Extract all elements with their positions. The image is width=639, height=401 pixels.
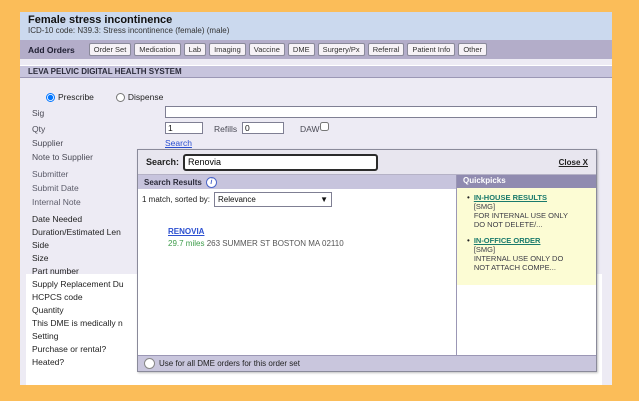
quickpick-link-in-house[interactable]: IN-HOUSE RESULTS [474, 193, 568, 202]
tab-dme[interactable]: DME [287, 43, 315, 56]
use-for-all-checkbox[interactable] [144, 358, 155, 369]
dispense-radio[interactable] [115, 92, 125, 102]
search-results-panel: Search Results i 1 match, sorted by: Rel… [138, 175, 457, 355]
qty-label: Qty [32, 124, 46, 134]
refills-input[interactable] [242, 122, 284, 134]
use-for-all-label: Use for all DME orders for this order se… [159, 359, 300, 368]
prescribe-dispense-group: Prescribe Dispense [46, 92, 163, 102]
tab-other[interactable]: Other [458, 43, 488, 56]
prescribe-label: Prescribe [58, 92, 94, 102]
hcpcs-code-label: HCPCS code [32, 292, 83, 302]
order-tab-bar: Add Orders Order Set Medication Lab Imag… [20, 40, 612, 59]
result-supplier-link[interactable]: RENOVIA [168, 227, 204, 236]
sig-input[interactable] [165, 106, 597, 118]
submitter-label: Submitter [32, 169, 69, 179]
quickpick-item: • IN-OFFICE ORDER [SMG] INTERNAL USE ONL… [465, 236, 592, 272]
note-to-supplier-label: Note to Supplier [32, 152, 93, 162]
icd10-subtitle: ICD-10 code: N39.3: Stress incontinence … [28, 26, 230, 35]
date-needed-label: Date Needed [32, 214, 83, 224]
size-label: Size [32, 253, 49, 263]
quickpick-org: [SMG] [473, 202, 496, 211]
quickpick-note-line: INTERNAL USE ONLY DO [473, 254, 564, 263]
page-title: Female stress incontinence [28, 14, 173, 26]
quickpick-content: IN-HOUSE RESULTS [SMG] FOR INTERNAL USE … [474, 193, 568, 229]
daw-checkbox[interactable] [320, 122, 329, 131]
problem-header: Female stress incontinence ICD-10 code: … [20, 12, 612, 40]
side-label: Side [32, 240, 50, 250]
dispense-option: Dispense [115, 92, 164, 102]
supply-replacement-label: Supply Replacement Du [32, 279, 124, 289]
tab-order-set[interactable]: Order Set [88, 43, 132, 56]
tab-referral[interactable]: Referral [367, 43, 405, 56]
dispense-label: Dispense [127, 92, 164, 102]
add-orders-label: Add Orders [28, 44, 75, 55]
section-header: LEVA PELVIC DIGITAL HEALTH SYSTEM [20, 65, 612, 78]
sort-select[interactable]: Relevance ▼ [214, 192, 333, 207]
dialog-close-link[interactable]: Close X [559, 158, 588, 167]
quickpick-link-in-office[interactable]: IN-OFFICE ORDER [474, 236, 563, 245]
internal-note-label: Internal Note [32, 197, 81, 207]
supplier-search-dialog: Search: Close X Search Results i 1 match… [137, 149, 597, 372]
match-sort-row: 1 match, sorted by: Relevance ▼ [138, 189, 456, 207]
setting-label: Setting [32, 331, 59, 341]
tab-medication[interactable]: Medication [134, 43, 181, 56]
search-results-header: Search Results i [138, 175, 456, 189]
tab-vaccine[interactable]: Vaccine [248, 43, 285, 56]
result-address-line: 29.7 miles 263 SUMMER ST BOSTON MA 02110 [168, 239, 456, 248]
supplier-label: Supplier [32, 138, 64, 148]
match-count-text: 1 match, sorted by: [142, 195, 211, 204]
quickpick-content: IN-OFFICE ORDER [SMG] INTERNAL USE ONLY … [474, 236, 563, 272]
chevron-down-icon: ▼ [320, 195, 329, 204]
dialog-body: Search Results i 1 match, sorted by: Rel… [138, 175, 596, 355]
bullet-icon: • [467, 193, 470, 202]
supplier-search-link[interactable]: Search [165, 138, 192, 148]
result-address: 263 SUMMER ST BOSTON MA 02110 [206, 239, 344, 248]
qty-input[interactable] [165, 122, 203, 134]
tab-surgery-px[interactable]: Surgery/Px [317, 43, 365, 56]
bullet-icon: • [467, 236, 470, 245]
screenshot-root: { "header": { "title": "Female stress in… [0, 0, 639, 401]
tab-patient-info[interactable]: Patient Info [407, 43, 456, 56]
quickpick-note-line: DO NOT DELETE/... [473, 220, 543, 229]
refills-label: Refills [214, 124, 238, 134]
tab-lab[interactable]: Lab [183, 43, 207, 56]
app-window: Female stress incontinence ICD-10 code: … [20, 12, 612, 385]
dialog-footer: Use for all DME orders for this order se… [138, 355, 596, 371]
quickpick-item: • IN-HOUSE RESULTS [SMG] FOR INTERNAL US… [465, 193, 592, 229]
quickpicks-list: • IN-HOUSE RESULTS [SMG] FOR INTERNAL US… [457, 188, 596, 285]
duration-label: Duration/Estimated Len [32, 227, 121, 237]
medically-necessary-label: This DME is medically n [32, 318, 123, 328]
search-result-item: RENOVIA 29.7 miles 263 SUMMER ST BOSTON … [168, 221, 456, 248]
quantity-label: Quantity [32, 305, 64, 315]
info-icon[interactable]: i [205, 177, 217, 188]
sort-select-value: Relevance [218, 195, 256, 204]
search-results-title: Search Results [144, 178, 202, 187]
quickpick-org: [SMG] [473, 245, 496, 254]
prescribe-radio[interactable] [46, 92, 55, 102]
daw-label: DAW [300, 124, 320, 134]
quickpick-note-line: NOT ATTACH COMPE... [473, 263, 556, 272]
quickpicks-panel: Quickpicks • IN-HOUSE RESULTS [SMG] FOR … [457, 175, 596, 355]
dialog-search-input[interactable] [183, 153, 379, 171]
sig-label: Sig [32, 108, 45, 118]
quickpicks-header: Quickpicks [457, 175, 596, 188]
quickpick-note-line: FOR INTERNAL USE ONLY [473, 211, 568, 220]
heated-label: Heated? [32, 357, 65, 367]
dialog-search-bar: Search: Close X [138, 150, 596, 175]
result-distance: 29.7 miles [168, 239, 205, 248]
purchase-or-rental-label: Purchase or rental? [32, 344, 107, 354]
part-number-label: Part number [32, 266, 79, 276]
tab-imaging[interactable]: Imaging [209, 43, 246, 56]
dialog-search-label: Search: [146, 157, 180, 167]
submit-date-label: Submit Date [32, 183, 79, 193]
